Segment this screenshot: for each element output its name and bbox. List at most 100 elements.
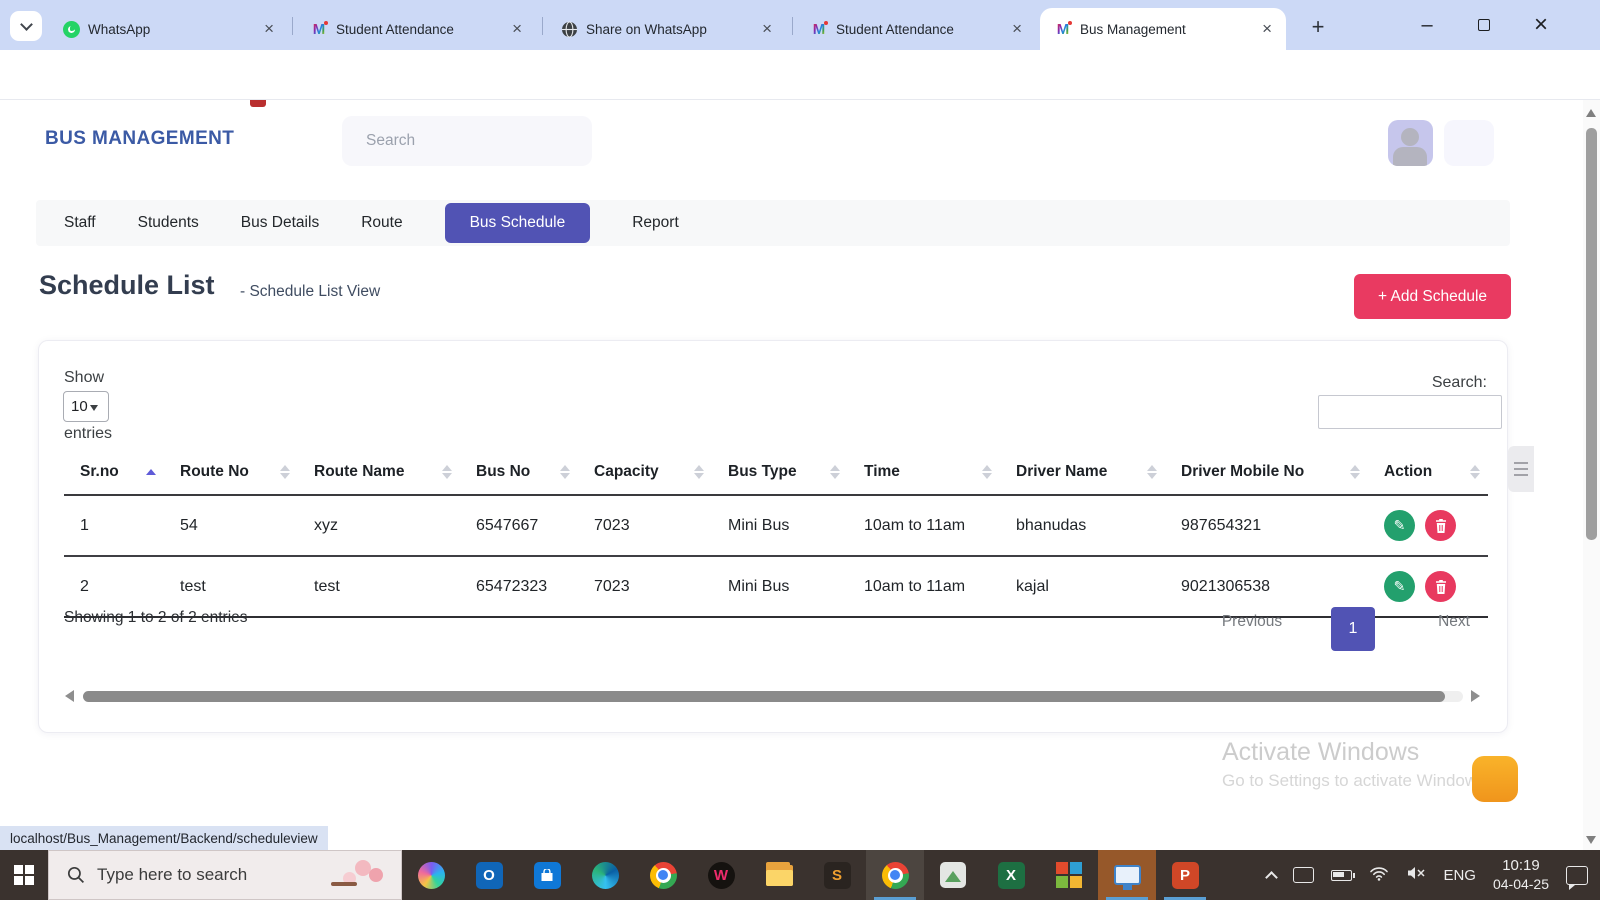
chrome-icon <box>650 862 677 889</box>
chevron-down-icon <box>90 405 98 411</box>
cell-route-name: test <box>298 556 460 617</box>
cell-srno: 2 <box>64 556 164 617</box>
taskbar-wordpress[interactable]: W <box>692 850 750 900</box>
sort-icons[interactable] <box>1350 465 1360 479</box>
sort-asc-icon[interactable] <box>146 469 156 475</box>
close-icon[interactable]: × <box>260 19 278 39</box>
hscroll-right-arrow[interactable] <box>1471 690 1480 702</box>
col-srno[interactable]: Sr.no <box>64 449 164 495</box>
sort-icons[interactable] <box>982 465 992 479</box>
sort-icons[interactable] <box>694 465 704 479</box>
taskbar-monitor-app-active[interactable] <box>1098 850 1156 900</box>
taskbar-photos-mosaic[interactable] <box>1040 850 1098 900</box>
edit-button[interactable]: ✎ <box>1384 571 1415 602</box>
add-schedule-button[interactable]: + Add Schedule <box>1354 274 1511 319</box>
taskbar-search[interactable]: Type here to search <box>48 850 402 900</box>
taskbar-store[interactable] <box>518 850 576 900</box>
window-restore-button[interactable] <box>1456 0 1512 50</box>
header-action-tile[interactable] <box>1444 120 1494 166</box>
table-search-input[interactable] <box>1318 395 1502 429</box>
battery-icon[interactable] <box>1331 870 1352 881</box>
wifi-icon[interactable] <box>1369 865 1389 886</box>
hscrollbar-thumb[interactable] <box>83 691 1445 702</box>
sort-icons[interactable] <box>280 465 290 479</box>
new-tab-button[interactable]: + <box>1303 12 1333 42</box>
col-capacity[interactable]: Capacity <box>578 449 712 495</box>
page-size-select[interactable]: 10 <box>63 391 109 422</box>
language-indicator[interactable]: ENG <box>1443 867 1476 884</box>
taskbar-sublime[interactable]: S <box>808 850 866 900</box>
scrolled-logo-sliver <box>250 100 266 107</box>
pagination-previous[interactable]: Previous <box>1197 613 1307 631</box>
col-bus-type[interactable]: Bus Type <box>712 449 848 495</box>
taskbar-file-explorer[interactable] <box>750 850 808 900</box>
tab-search-button[interactable] <box>10 11 42 41</box>
taskbar-excel[interactable]: X <box>982 850 1040 900</box>
col-action[interactable]: Action <box>1368 449 1488 495</box>
hscroll-left-arrow[interactable] <box>65 690 74 702</box>
taskbar-outlook[interactable]: O <box>460 850 518 900</box>
col-route-name[interactable]: Route Name <box>298 449 460 495</box>
col-route-no[interactable]: Route No <box>164 449 298 495</box>
tab-whatsapp[interactable]: WhatsApp × <box>48 8 288 50</box>
tablet-mode-icon[interactable] <box>1293 867 1314 883</box>
nav-item-route[interactable]: Route <box>361 214 402 232</box>
taskbar-powerpoint[interactable]: P <box>1156 850 1214 900</box>
site-search-input[interactable] <box>342 116 592 166</box>
taskbar-chrome-active[interactable] <box>866 850 924 900</box>
sort-icons[interactable] <box>442 465 452 479</box>
delete-button[interactable] <box>1425 510 1456 541</box>
close-icon[interactable]: × <box>1008 19 1026 39</box>
cell-bus-type: Mini Bus <box>712 495 848 556</box>
action-center-icon[interactable] <box>1566 866 1588 885</box>
cherry-blossom-image <box>327 858 387 894</box>
nav-item-bus-details[interactable]: Bus Details <box>241 214 319 232</box>
volume-muted-icon[interactable] <box>1406 865 1426 886</box>
attendance-logo-icon: M <box>810 20 828 38</box>
taskbar-copilot[interactable] <box>402 850 460 900</box>
taskbar-app-generic[interactable] <box>924 850 982 900</box>
close-icon[interactable]: × <box>508 19 526 39</box>
nav-item-bus-schedule[interactable]: Bus Schedule <box>445 203 591 243</box>
col-time[interactable]: Time <box>848 449 1000 495</box>
user-avatar[interactable] <box>1388 120 1433 166</box>
pagination-next[interactable]: Next <box>1399 613 1509 631</box>
nav-item-staff[interactable]: Staff <box>64 214 96 232</box>
tab-student-attendance-2[interactable]: M Student Attendance × <box>796 8 1036 50</box>
entries-label: entries <box>64 425 112 443</box>
edit-button[interactable]: ✎ <box>1384 510 1415 541</box>
tab-bus-management-active[interactable]: M Bus Management × <box>1040 8 1286 50</box>
sort-icons[interactable] <box>560 465 570 479</box>
scroll-up-arrow[interactable] <box>1586 109 1596 117</box>
close-icon[interactable]: × <box>1258 19 1276 39</box>
close-icon[interactable]: × <box>758 19 776 39</box>
start-button[interactable] <box>0 850 48 900</box>
vscrollbar-thumb[interactable] <box>1586 128 1597 540</box>
sort-icons[interactable] <box>1470 465 1480 479</box>
chat-widget-button[interactable] <box>1472 756 1518 802</box>
tab-share-whatsapp[interactable]: Share on WhatsApp × <box>546 8 786 50</box>
taskbar-clock[interactable]: 10:19 04-04-25 <box>1493 857 1549 893</box>
attendance-logo-icon: M <box>310 20 328 38</box>
taskbar-chrome[interactable] <box>634 850 692 900</box>
sort-icons[interactable] <box>1147 465 1157 479</box>
taskbar-edge[interactable] <box>576 850 634 900</box>
tray-expand-icon[interactable] <box>1266 871 1279 884</box>
window-minimize-button[interactable]: – <box>1399 0 1455 50</box>
tab-student-attendance-1[interactable]: M Student Attendance × <box>296 8 536 50</box>
window-close-button[interactable]: × <box>1513 0 1569 50</box>
col-driver-mobile[interactable]: Driver Mobile No <box>1165 449 1368 495</box>
sort-icons[interactable] <box>830 465 840 479</box>
scroll-down-arrow[interactable] <box>1586 836 1596 844</box>
nav-item-students[interactable]: Students <box>138 214 199 232</box>
col-driver-name[interactable]: Driver Name <box>1000 449 1165 495</box>
nav-item-report[interactable]: Report <box>632 214 679 232</box>
col-bus-no[interactable]: Bus No <box>460 449 578 495</box>
side-handle-widget[interactable] <box>1508 446 1534 492</box>
table-row: 2 test test 65472323 7023 Mini Bus 10am … <box>64 556 1488 617</box>
globe-icon <box>560 20 578 38</box>
vertical-scrollbar[interactable] <box>1583 100 1600 850</box>
delete-button[interactable] <box>1425 571 1456 602</box>
cell-action: ✎ <box>1368 495 1488 556</box>
pagination-current-page[interactable]: 1 <box>1331 607 1375 651</box>
